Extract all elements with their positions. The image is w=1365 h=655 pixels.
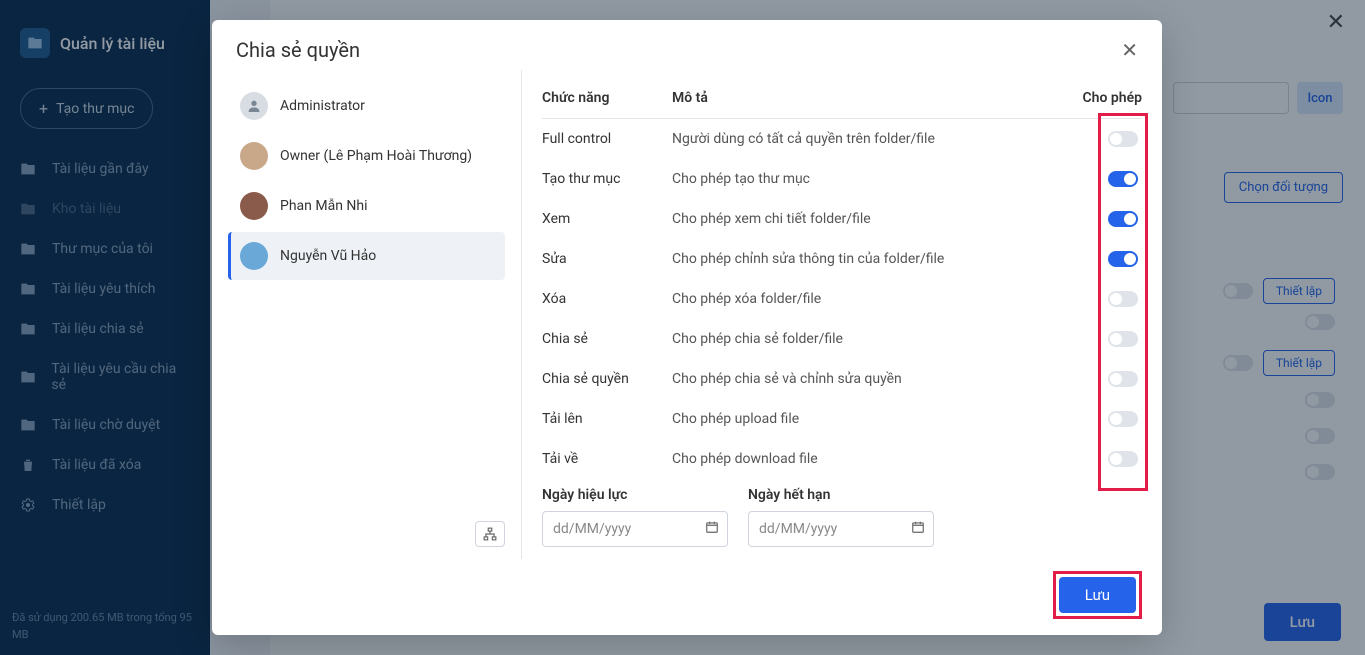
perm-toggle[interactable] (1108, 171, 1138, 187)
perm-desc: Cho phép download file (672, 451, 1082, 467)
header-function: Chức năng (542, 90, 672, 106)
permission-row: Tạo thư mục Cho phép tạo thư mục (542, 159, 1142, 199)
perm-desc: Cho phép chỉnh sửa thông tin của folder/… (672, 251, 1082, 267)
perm-toggle[interactable] (1108, 131, 1138, 147)
permission-row: Sửa Cho phép chỉnh sửa thông tin của fol… (542, 239, 1142, 279)
permissions-panel: Chức năng Mô tả Cho phép Full control Ng… (522, 70, 1162, 559)
permission-row: Xem Cho phép xem chi tiết folder/file (542, 199, 1142, 239)
user-item-owner[interactable]: Owner (Lê Phạm Hoài Thương) (228, 132, 505, 180)
perm-func: Tải lên (542, 411, 672, 427)
perm-desc: Người dùng có tất cả quyền trên folder/f… (672, 131, 1082, 147)
modal-footer: Lưu (212, 559, 1162, 635)
permission-row: Chia sẻ Cho phép chia sẻ folder/file (542, 319, 1142, 359)
header-allow: Cho phép (1082, 90, 1142, 106)
share-permissions-modal: Chia sẻ quyền ✕ Administrator Owner (Lê … (212, 20, 1162, 635)
perm-toggle[interactable] (1108, 251, 1138, 267)
user-list-panel: Administrator Owner (Lê Phạm Hoài Thương… (212, 70, 522, 559)
perm-func: Chia sẻ (542, 331, 672, 347)
permission-row: Chia sẻ quyền Cho phép chia sẻ và chỉnh … (542, 359, 1142, 399)
user-name: Owner (Lê Phạm Hoài Thương) (280, 148, 472, 164)
expiry-date-field: Ngày hết hạn dd/MM/yyyy (748, 487, 934, 547)
perm-toggle[interactable] (1108, 331, 1138, 347)
perm-desc: Cho phép chia sẻ và chỉnh sửa quyền (672, 371, 1082, 387)
permissions-header: Chức năng Mô tả Cho phép (542, 82, 1142, 119)
avatar (240, 242, 268, 270)
perm-desc: Cho phép chia sẻ folder/file (672, 331, 1082, 347)
avatar-icon (240, 92, 268, 120)
expiry-date-label: Ngày hết hạn (748, 487, 934, 503)
calendar-icon (705, 520, 719, 538)
effective-date-input[interactable]: dd/MM/yyyy (542, 511, 728, 547)
save-button[interactable]: Lưu (1059, 577, 1136, 613)
user-item-phan[interactable]: Phan Mẫn Nhi (228, 182, 505, 230)
effective-date-field: Ngày hiệu lực dd/MM/yyyy (542, 487, 728, 547)
perm-func: Chia sẻ quyền (542, 371, 672, 387)
perm-func: Sửa (542, 251, 672, 267)
modal-close-button[interactable]: ✕ (1121, 38, 1138, 62)
org-tree-button[interactable] (475, 521, 505, 547)
avatar (240, 142, 268, 170)
user-item-nguyen[interactable]: Nguyễn Vũ Hảo (228, 232, 505, 280)
date-placeholder: dd/MM/yyyy (759, 521, 837, 537)
perm-func: Tạo thư mục (542, 171, 672, 187)
perm-func: Full control (542, 131, 672, 147)
perm-func: Xóa (542, 291, 672, 307)
user-item-admin[interactable]: Administrator (228, 82, 505, 130)
perm-toggle[interactable] (1108, 291, 1138, 307)
perm-desc: Cho phép tạo thư mục (672, 171, 1082, 187)
header-description: Mô tả (672, 90, 1082, 106)
perm-toggle[interactable] (1108, 371, 1138, 387)
modal-header: Chia sẻ quyền ✕ (212, 20, 1162, 70)
perm-desc: Cho phép xóa folder/file (672, 291, 1082, 307)
permission-row: Tải về Cho phép download file (542, 439, 1142, 479)
permission-row: Tải lên Cho phép upload file (542, 399, 1142, 439)
permission-row: Xóa Cho phép xóa folder/file (542, 279, 1142, 319)
permission-row: Full control Người dùng có tất cả quyền … (542, 119, 1142, 159)
user-name: Nguyễn Vũ Hảo (280, 248, 376, 264)
avatar (240, 192, 268, 220)
annotation-highlight-save: Lưu (1053, 571, 1142, 619)
effective-date-label: Ngày hiệu lực (542, 487, 728, 503)
perm-func: Tải về (542, 451, 672, 467)
perm-func: Xem (542, 211, 672, 227)
calendar-icon (911, 520, 925, 538)
modal-title: Chia sẻ quyền (236, 38, 360, 62)
perm-toggle[interactable] (1108, 451, 1138, 467)
date-placeholder: dd/MM/yyyy (553, 521, 631, 537)
permissions-list: Full control Người dùng có tất cả quyền … (542, 119, 1142, 479)
perm-toggle[interactable] (1108, 211, 1138, 227)
modal-body: Administrator Owner (Lê Phạm Hoài Thương… (212, 70, 1162, 559)
date-section: Ngày hiệu lực dd/MM/yyyy Ngày hết hạn dd… (542, 487, 1142, 547)
perm-toggle[interactable] (1108, 411, 1138, 427)
expiry-date-input[interactable]: dd/MM/yyyy (748, 511, 934, 547)
user-name: Administrator (280, 98, 365, 114)
user-name: Phan Mẫn Nhi (280, 198, 368, 214)
perm-desc: Cho phép xem chi tiết folder/file (672, 211, 1082, 227)
perm-desc: Cho phép upload file (672, 411, 1082, 427)
